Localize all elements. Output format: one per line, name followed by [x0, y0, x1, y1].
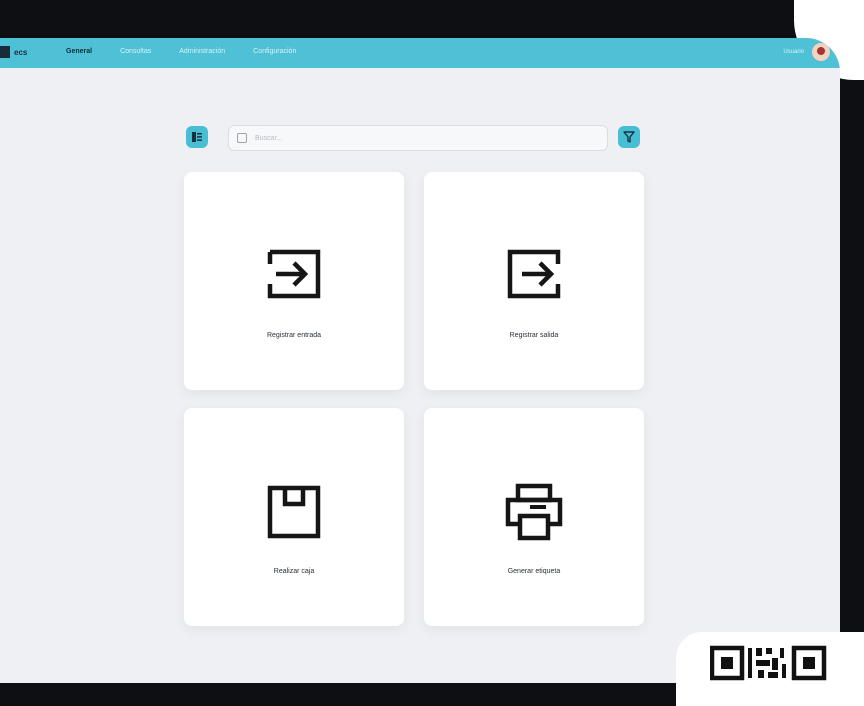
logo-mark-icon [0, 46, 10, 58]
card-label: Generar etiqueta [507, 568, 561, 575]
exit-icon [507, 249, 561, 299]
printer-icon [505, 483, 563, 541]
menu-toggle-button[interactable] [186, 126, 208, 148]
main-nav: General Consultas Administración Configu… [66, 48, 296, 55]
card-realizar-caja[interactable]: Realizar caja [184, 408, 404, 626]
card-registrar-salida[interactable]: Registrar salida [424, 172, 644, 390]
user-name: Usuario [783, 49, 804, 55]
card-label: Realizar caja [273, 568, 315, 575]
action-toolbar: Buscar... [186, 123, 640, 153]
card-generar-etiqueta[interactable]: Generar etiqueta [424, 408, 644, 626]
nav-item-configuracion[interactable]: Configuración [253, 48, 296, 55]
nav-item-consultas[interactable]: Consultas [120, 48, 151, 55]
box-icon [267, 485, 321, 539]
avatar[interactable] [812, 43, 830, 61]
nav-item-general[interactable]: General [66, 48, 92, 55]
card-label: Registrar salida [509, 332, 559, 339]
search-icon [237, 133, 247, 143]
user-menu[interactable]: Usuario [783, 43, 830, 61]
enter-icon [267, 249, 321, 299]
logo-text: ecs [14, 47, 28, 57]
qr-code-icon [710, 645, 827, 681]
nav-item-administracion[interactable]: Administración [179, 48, 225, 55]
qr-code-badge [676, 632, 864, 706]
filter-button[interactable] [618, 126, 640, 148]
search-field[interactable]: Buscar... [228, 125, 608, 151]
search-placeholder[interactable]: Buscar... [255, 135, 282, 142]
card-registrar-entrada[interactable]: Registrar entrada [184, 172, 404, 390]
top-navigation-bar: ecs General Consultas Administración Con… [0, 38, 840, 68]
list-icon [192, 132, 202, 142]
app-screen: ecs General Consultas Administración Con… [0, 38, 840, 683]
app-logo[interactable]: ecs [0, 46, 27, 58]
filter-icon [623, 131, 635, 143]
card-label: Registrar entrada [266, 332, 322, 339]
